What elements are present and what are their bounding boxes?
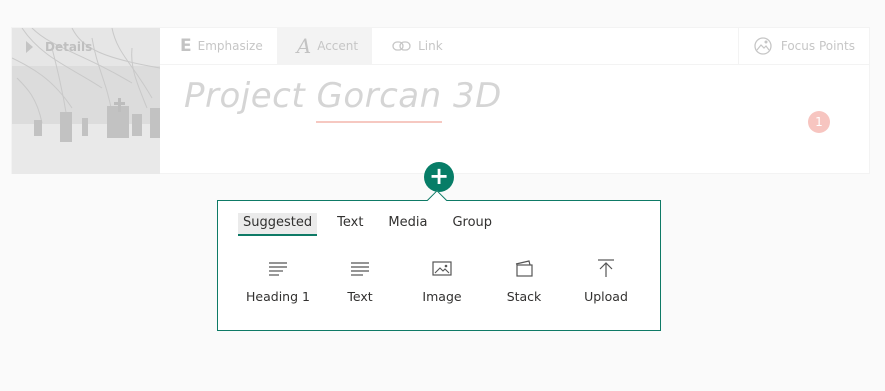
misspelled-word[interactable]: Gorcan (316, 76, 441, 116)
option-label: Upload (584, 289, 628, 304)
option-label: Heading 1 (246, 289, 310, 304)
details-toggle[interactable]: Details (26, 40, 92, 54)
option-heading-1[interactable]: Heading 1 (237, 258, 319, 304)
option-text[interactable]: Text (319, 258, 401, 304)
title-part-2: 3D (441, 76, 502, 116)
picker-options: Heading 1 Text Image Stack Upload (237, 258, 647, 304)
heading-icon (269, 262, 287, 276)
option-label: Text (347, 289, 373, 304)
link-label: Link (418, 39, 443, 53)
focus-points-icon (754, 37, 772, 55)
page-title[interactable]: Project Gorcan 3D (184, 76, 502, 116)
accent-label: Accent (317, 39, 359, 53)
option-upload[interactable]: Upload (565, 258, 647, 304)
details-label: Details (45, 40, 93, 54)
link-icon (392, 41, 411, 51)
option-stack[interactable]: Stack (483, 258, 565, 304)
tab-text[interactable]: Text (332, 213, 368, 234)
focus-points-label: Focus Points (780, 39, 855, 53)
emphasize-button[interactable]: E Emphasize (160, 28, 277, 64)
option-label: Image (422, 289, 462, 304)
upload-icon (598, 259, 614, 277)
option-label: Stack (506, 289, 542, 304)
cover-image[interactable]: Details (12, 28, 160, 174)
tab-group[interactable]: Group (447, 213, 497, 234)
option-image[interactable]: Image (401, 258, 483, 304)
error-count-badge[interactable]: 1 (808, 111, 830, 133)
focus-points-button[interactable]: Focus Points (737, 28, 869, 64)
text-icon (351, 262, 369, 276)
stack-icon (515, 260, 533, 277)
formatting-toolbar: E Emphasize A Accent Link Focus Points (160, 28, 869, 65)
content-card: Details E Emphasize A Accent Link Focus (11, 27, 870, 174)
title-part-1: Project (184, 76, 317, 116)
expand-triangle-icon (26, 41, 33, 53)
component-picker: Suggested Text Media Group Heading 1 Tex… (217, 200, 661, 331)
emphasize-icon: E (180, 36, 192, 56)
tab-suggested[interactable]: Suggested (238, 213, 318, 236)
link-button[interactable]: Link (372, 28, 457, 64)
accent-icon: A (296, 34, 312, 58)
image-icon (432, 261, 452, 276)
picker-tabs: Suggested Text Media Group (238, 213, 512, 236)
accent-button[interactable]: A Accent (276, 28, 373, 64)
tab-media[interactable]: Media (383, 213, 432, 234)
add-component-button[interactable]: + (424, 162, 454, 192)
emphasize-label: Emphasize (197, 39, 263, 53)
